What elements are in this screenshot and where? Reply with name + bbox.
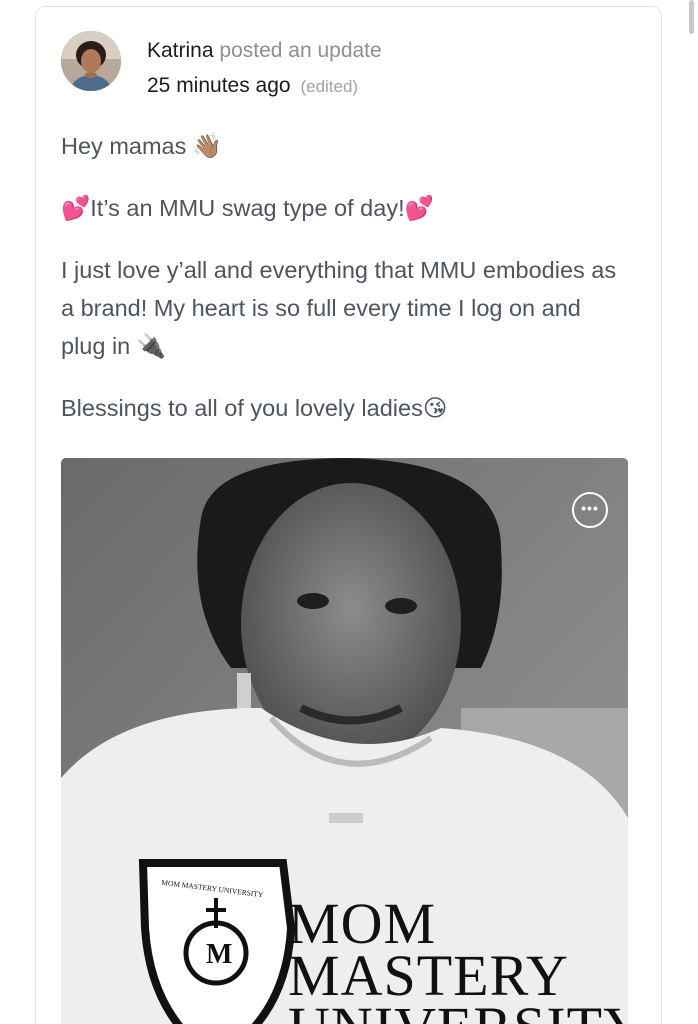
post-paragraph: Hey mamas 👋🏽: [61, 127, 631, 165]
waving-hand-icon: 👋🏽: [192, 132, 223, 160]
post-paragraph: 💕It’s an MMU swag type of day!💕: [61, 189, 631, 227]
post-author-line: Katrina posted an update: [147, 38, 382, 64]
post-paragraph: Blessings to all of you lovely ladies😘: [61, 389, 631, 427]
face-blowing-kiss-icon: 😘: [422, 394, 448, 422]
post-timestamp[interactable]: 25 minutes ago: [147, 74, 291, 97]
avatar-photo-icon: [61, 31, 121, 91]
post-time-line: 25 minutes ago (edited): [147, 73, 382, 100]
photo-options-button[interactable]: •••: [572, 492, 608, 528]
post-meta: Katrina posted an update 25 minutes ago …: [147, 38, 382, 100]
post-header: Katrina posted an update 25 minutes ago …: [61, 31, 382, 100]
activity-post-card: Katrina posted an update 25 minutes ago …: [35, 6, 662, 1024]
post-paragraph: I just love y’all and everything that MM…: [61, 251, 631, 365]
svg-text:M: M: [206, 939, 232, 970]
post-photo[interactable]: M MOM MASTERY UNIVERSITY MOM MASTERY UNI…: [61, 458, 628, 1024]
more-horizontal-icon: •••: [581, 499, 599, 516]
post-action: posted an update: [219, 39, 382, 62]
scrollbar[interactable]: [689, 0, 694, 34]
post-content: Hey mamas 👋🏽 💕It’s an MMU swag type of d…: [61, 127, 631, 451]
two-hearts-icon: 💕: [404, 194, 434, 222]
electric-plug-icon: 🔌: [136, 332, 167, 360]
author-name[interactable]: Katrina: [147, 39, 214, 62]
page: Katrina posted an update 25 minutes ago …: [0, 0, 698, 1024]
shirt-logo-text: MOM MASTERY UNIVERSITY: [288, 891, 628, 1024]
edited-label: (edited): [300, 77, 359, 96]
avatar[interactable]: [61, 31, 121, 91]
two-hearts-icon: 💕: [61, 194, 91, 222]
